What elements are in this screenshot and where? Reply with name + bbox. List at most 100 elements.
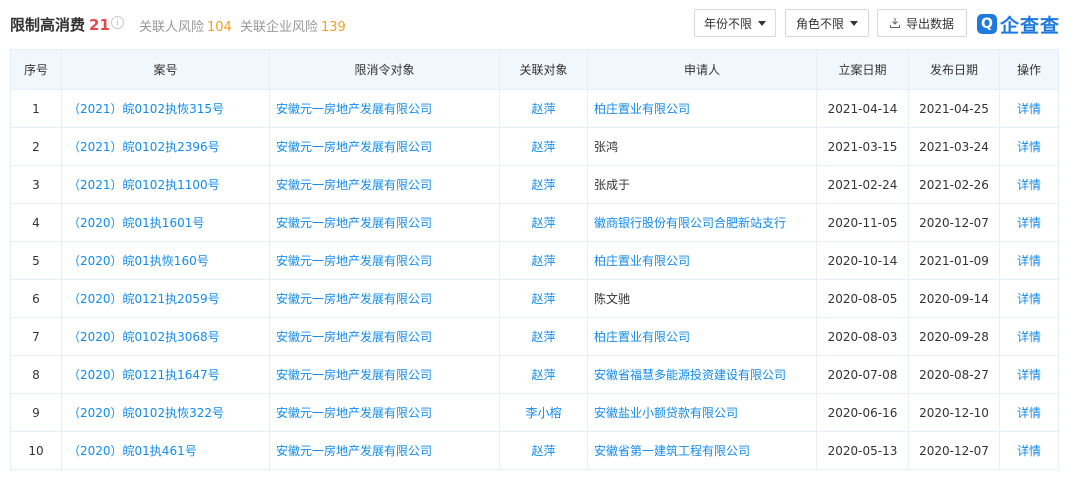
filed-date-cell: 2020-06-16 [816,393,909,432]
case-number-link[interactable]: （2020）皖01执461号 [61,431,270,470]
table-row: 2 （2021）皖0102执2396号 安徽元一房地产发展有限公司 赵萍 张鸿 2021-… [10,127,1059,166]
applicant-link[interactable]: 徽商银行股份有限公司合肥新站支行 [587,203,817,242]
target-company-link[interactable]: 安徽元一房地产发展有限公司 [269,355,500,394]
case-number-link[interactable]: （2020）皖01执恢160号 [61,241,270,280]
detail-link[interactable]: 详情 [999,89,1059,128]
detail-link[interactable]: 详情 [999,165,1059,204]
case-number-link[interactable]: （2020）皖0121执1647号 [61,355,270,394]
target-company-link[interactable]: 安徽元一房地产发展有限公司 [269,127,500,166]
published-date-cell: 2020-08-27 [908,355,1000,394]
applicant-cell: 陈文驰 [587,279,817,318]
table-row: 7 （2020）皖0102执3068号 安徽元一房地产发展有限公司 赵萍 柏庄置业有限公… [10,317,1059,356]
related-person-link[interactable]: 赵萍 [499,89,588,128]
target-company-link[interactable]: 安徽元一房地产发展有限公司 [269,431,500,470]
related-person-link[interactable]: 赵萍 [499,431,588,470]
role-filter-dropdown[interactable]: 角色不限 [785,9,869,37]
target-company-link[interactable]: 安徽元一房地产发展有限公司 [269,279,500,318]
detail-link[interactable]: 详情 [999,203,1059,242]
filed-date-cell: 2020-10-14 [816,241,909,280]
export-data-label: 导出数据 [905,16,954,31]
column-header-action: 操作 [999,49,1059,90]
detail-link[interactable]: 详情 [999,355,1059,394]
detail-link[interactable]: 详情 [999,317,1059,356]
target-company-link[interactable]: 安徽元一房地产发展有限公司 [269,317,500,356]
related-person-risk-link[interactable]: 关联人风险 104 [139,16,232,35]
case-number-link[interactable]: （2021）皖0102执2396号 [61,127,270,166]
table-row: 3 （2021）皖0102执1100号 安徽元一房地产发展有限公司 赵萍 张成于 2021… [10,165,1059,204]
index-cell: 9 [10,393,62,432]
related-person-link[interactable]: 赵萍 [499,317,588,356]
index-cell: 10 [10,431,62,470]
applicant-link[interactable]: 柏庄置业有限公司 [587,241,817,280]
related-person-risk-count: 104 [207,20,232,35]
filed-date-cell: 2021-03-15 [816,127,909,166]
section-title-label: 限制高消费 [10,16,86,34]
applicant-link[interactable]: 柏庄置业有限公司 [587,89,817,128]
published-date-cell: 2021-04-25 [908,89,1000,128]
download-icon [889,18,900,28]
related-person-link[interactable]: 赵萍 [499,127,588,166]
applicant-link[interactable]: 柏庄置业有限公司 [587,317,817,356]
case-number-link[interactable]: （2020）皖0121执2059号 [61,279,270,318]
filed-date-cell: 2021-02-24 [816,165,909,204]
table-row: 9 （2020）皖0102执恢322号 安徽元一房地产发展有限公司 李小榕 安徽盐业小额… [10,393,1059,432]
column-header-case-no: 案号 [61,49,270,90]
index-cell: 5 [10,241,62,280]
detail-link[interactable]: 详情 [999,279,1059,318]
index-cell: 6 [10,279,62,318]
published-date-cell: 2020-09-28 [908,317,1000,356]
qichacha-logo: Q 企查查 [977,11,1060,37]
case-number-link[interactable]: （2020）皖0102执3068号 [61,317,270,356]
column-header-filed-date: 立案日期 [816,49,909,90]
target-company-link[interactable]: 安徽元一房地产发展有限公司 [269,165,500,204]
applicant-link[interactable]: 安徽省第一建筑工程有限公司 [587,431,817,470]
applicant-link[interactable]: 安徽盐业小额贷款有限公司 [587,393,817,432]
filed-date-cell: 2020-11-05 [816,203,909,242]
detail-link[interactable]: 详情 [999,393,1059,432]
related-company-risk-link[interactable]: 关联企业风险 139 [240,16,346,35]
chevron-down-icon [758,20,766,26]
filed-date-cell: 2020-05-13 [816,431,909,470]
section-title: 限制高消费 21 [10,14,110,35]
target-company-link[interactable]: 安徽元一房地产发展有限公司 [269,89,500,128]
table-row: 8 （2020）皖0121执1647号 安徽元一房地产发展有限公司 赵萍 安徽省福慧多能… [10,355,1059,394]
target-company-link[interactable]: 安徽元一房地产发展有限公司 [269,241,500,280]
column-header-related: 关联对象 [499,49,588,90]
published-date-cell: 2021-01-09 [908,241,1000,280]
table-row: 5 （2020）皖01执恢160号 安徽元一房地产发展有限公司 赵萍 柏庄置业有限公司 2… [10,241,1059,280]
related-company-risk-count: 139 [321,20,346,35]
detail-link[interactable]: 详情 [999,431,1059,470]
case-number-link[interactable]: （2020）皖0102执恢322号 [61,393,270,432]
case-number-link[interactable]: （2021）皖0102执1100号 [61,165,270,204]
export-data-button[interactable]: 导出数据 [877,9,967,37]
detail-link[interactable]: 详情 [999,241,1059,280]
case-number-link[interactable]: （2021）皖0102执恢315号 [61,89,270,128]
related-person-link[interactable]: 赵萍 [499,279,588,318]
logo-mark-icon: Q [977,14,997,34]
table-row: 10 （2020）皖01执461号 安徽元一房地产发展有限公司 赵萍 安徽省第一建筑工程… [10,431,1059,470]
column-header-published-date: 发布日期 [908,49,1000,90]
target-company-link[interactable]: 安徽元一房地产发展有限公司 [269,203,500,242]
index-cell: 8 [10,355,62,394]
related-person-link[interactable]: 赵萍 [499,355,588,394]
related-person-link[interactable]: 赵萍 [499,203,588,242]
table-row: 4 （2020）皖01执1601号 安徽元一房地产发展有限公司 赵萍 徽商银行股份有限公… [10,203,1059,242]
applicant-cell: 张成于 [587,165,817,204]
published-date-cell: 2020-12-07 [908,203,1000,242]
info-icon[interactable]: i [111,16,124,29]
applicant-link[interactable]: 安徽省福慧多能源投资建设有限公司 [587,355,817,394]
related-person-link[interactable]: 赵萍 [499,165,588,204]
related-person-link[interactable]: 李小榕 [499,393,588,432]
target-company-link[interactable]: 安徽元一房地产发展有限公司 [269,393,500,432]
column-header-index: 序号 [10,49,62,90]
related-company-risk-label: 关联企业风险 [240,20,319,35]
case-number-link[interactable]: （2020）皖01执1601号 [61,203,270,242]
filed-date-cell: 2020-07-08 [816,355,909,394]
year-filter-label: 年份不限 [703,16,752,31]
year-filter-dropdown[interactable]: 年份不限 [694,9,776,37]
index-cell: 2 [10,127,62,166]
related-person-risk-label: 关联人风险 [139,20,205,35]
published-date-cell: 2020-12-07 [908,431,1000,470]
detail-link[interactable]: 详情 [999,127,1059,166]
related-person-link[interactable]: 赵萍 [499,241,588,280]
